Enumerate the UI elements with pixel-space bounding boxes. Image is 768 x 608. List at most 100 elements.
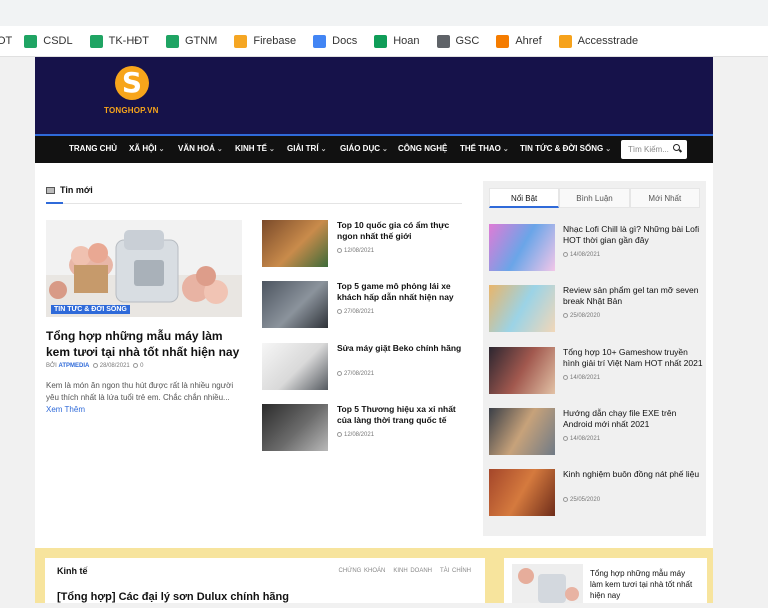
bookmark-item[interactable]: OT (0, 35, 12, 47)
sidebar-item-date: 25/05/2020 (570, 497, 601, 504)
comment-count[interactable]: 0 (140, 363, 143, 369)
nav-item-label: THỂ THAO (460, 144, 501, 153)
envelope-icon (46, 186, 55, 194)
search-icon[interactable] (673, 144, 680, 151)
promo-title[interactable]: Tổng hợp những mẫu máy làm kem tươi tại … (590, 568, 700, 601)
search-input[interactable]: Tìm Kiếm... (621, 140, 687, 159)
bookmark-label: OT (0, 35, 13, 47)
sidebar-thumbnail[interactable] (489, 408, 555, 455)
sidebar-tab[interactable]: Nổi Bật (489, 188, 560, 208)
logo-text[interactable]: TONGHOP.VN (104, 106, 159, 115)
economy-title[interactable]: Kinh tế (57, 566, 88, 576)
bookmark-item[interactable]: Hoan (374, 34, 420, 48)
list-item-title[interactable]: Top 5 Thương hiệu xa xỉ nhất của làng th… (337, 404, 467, 426)
nav-item[interactable]: GIẢI TRÍ ⌄ (287, 144, 326, 153)
bookmark-item[interactable]: Docs (313, 34, 357, 48)
list-item-title[interactable]: Top 10 quốc gia có ẩm thực ngon nhất thế… (337, 220, 467, 242)
site-header: S TONGHOP.VN (35, 57, 713, 134)
sidebar-item[interactable]: Hướng dẫn chạy file EXE trên Android mới… (489, 408, 704, 456)
economy-tab[interactable]: KINH DOANH (393, 568, 432, 574)
bookmark-item[interactable]: Ahref (496, 34, 542, 48)
featured-image[interactable] (46, 220, 242, 317)
list-thumbnail[interactable] (262, 343, 328, 390)
list-item[interactable]: Top 5 game mô phỏng lái xe khách hấp dẫn… (262, 281, 462, 329)
author-link[interactable]: ATPMEDIA (59, 363, 90, 369)
category-tag[interactable]: TIN TỨC & ĐỜI SỐNG (51, 305, 130, 314)
nav-item-label: GIÁO DỤC (340, 144, 380, 153)
list-item-title[interactable]: Top 5 game mô phỏng lái xe khách hấp dẫn… (337, 281, 467, 303)
nav-item[interactable]: GIÁO DỤC ⌄ (340, 144, 388, 153)
bookmark-item[interactable]: Accesstrade (558, 34, 639, 48)
sidebar-item[interactable]: Review sản phẩm gel tan mỡ seven break N… (489, 285, 704, 333)
sidebar-item-meta: 14/08/2021 (563, 436, 600, 442)
sidebar-thumbnail[interactable] (489, 224, 555, 271)
read-more-link[interactable]: Xem Thêm (46, 405, 85, 414)
promo-thumbnail[interactable] (512, 564, 583, 603)
featured-title[interactable]: Tổng hợp những mẫu máy làm kem tươi tại … (46, 328, 246, 360)
sidebar-item-title[interactable]: Tổng hợp 10+ Gameshow truyền hình giải t… (563, 347, 703, 369)
bookmark-item[interactable]: CSDL (24, 34, 73, 48)
economy-block: Kinh tế CHỨNG KHOÁN KINH DOANH TÀI CHÍNH [… (45, 558, 485, 603)
list-thumbnail[interactable] (262, 281, 328, 328)
list-item[interactable]: Sửa máy giặt Beko chính hãng 27/08/2021 (262, 343, 462, 391)
chevron-down-icon: ⌄ (502, 146, 509, 153)
clock-icon (337, 309, 342, 314)
bookmark-item[interactable]: Firebase (234, 34, 296, 48)
sidebar-item-title[interactable]: Review sản phẩm gel tan mỡ seven break N… (563, 285, 703, 307)
nav-item[interactable]: CÔNG NGHỆ (398, 144, 447, 153)
promo-block: Tổng hợp những mẫu máy làm kem tươi tại … (504, 558, 707, 603)
search-placeholder: Tìm Kiếm... (628, 145, 669, 154)
list-thumbnail[interactable] (262, 220, 328, 267)
list-item-date: 12/08/2021 (344, 248, 375, 255)
nav-item[interactable]: VĂN HOÁ ⌄ (178, 144, 223, 153)
firebase-icon (234, 34, 248, 48)
economy-tab[interactable]: TÀI CHÍNH (440, 568, 471, 574)
list-item-meta: 27/08/2021 (337, 371, 374, 377)
sidebar-tabs: Nổi Bật Bình Luận Mới Nhất (489, 188, 700, 208)
section-divider-accent (46, 202, 63, 204)
google-sheets-icon (374, 34, 388, 48)
sidebar-item-title[interactable]: Nhạc Lofi Chill là gì? Những bài Lofi HO… (563, 224, 703, 246)
nav-item[interactable]: THỂ THAO ⌄ (460, 144, 509, 153)
site-logo[interactable]: S (115, 66, 149, 100)
google-drive-icon (24, 34, 38, 48)
comment-icon (133, 363, 139, 368)
nav-item[interactable]: TIN TỨC & ĐỜI SỐNG ⌄ (520, 144, 611, 153)
list-item[interactable]: Top 10 quốc gia có ẩm thực ngon nhất thế… (262, 220, 462, 268)
list-item-meta: 12/08/2021 (337, 432, 374, 438)
bookmark-item[interactable]: GTNM (165, 34, 217, 48)
clock-icon (92, 363, 98, 368)
featured-excerpt: Kem là món ăn ngon thu hút được rất là n… (46, 381, 234, 402)
sidebar-item[interactable]: Tổng hợp 10+ Gameshow truyền hình giải t… (489, 347, 704, 395)
bookmark-label: Ahref (515, 35, 542, 47)
sidebar-item[interactable]: Kinh nghiệm buôn đồng nát phế liệu 25/05/… (489, 469, 704, 517)
clock-icon (563, 497, 568, 502)
bookmark-item[interactable]: TK-HĐT (89, 34, 149, 48)
main-nav: TIN TỨC & ĐỜI SỐNG ⌄ THỂ THAO ⌄ CÔNG NGHỆ GIÁ… (35, 134, 713, 163)
sidebar-item[interactable]: Nhạc Lofi Chill là gì? Những bài Lofi HO… (489, 224, 704, 272)
sidebar-item-title[interactable]: Kinh nghiệm buôn đồng nát phế liệu (563, 469, 703, 480)
sidebar-tab[interactable]: Bình Luận (559, 188, 630, 208)
chevron-down-icon: ⌄ (216, 146, 223, 153)
economy-tab[interactable]: CHỨNG KHOÁN (339, 568, 386, 574)
sidebar-thumbnail[interactable] (489, 347, 555, 394)
nav-item[interactable]: XÃ HỘI ⌄ (129, 144, 164, 153)
nav-item[interactable]: KINH TẾ ⌄ (235, 144, 275, 153)
sidebar-item-meta: 25/05/2020 (563, 497, 600, 503)
list-thumbnail[interactable] (262, 404, 328, 451)
list-item-title[interactable]: Sửa máy giặt Beko chính hãng (337, 343, 467, 354)
sidebar-item-date: 14/08/2021 (570, 436, 601, 443)
section-title-text: Tin mới (60, 185, 93, 195)
bookmark-label: Accesstrade (577, 35, 639, 47)
sidebar-tab[interactable]: Mới Nhất (629, 188, 700, 208)
google-docs-icon (313, 34, 327, 48)
sidebar-item-date: 25/08/2020 (570, 313, 601, 320)
nav-item[interactable]: TRANG CHỦ (69, 144, 117, 153)
nav-item-label: CÔNG NGHỆ (398, 144, 448, 153)
bookmark-item[interactable]: GSC (436, 34, 479, 48)
sidebar-thumbnail[interactable] (489, 285, 555, 332)
list-item[interactable]: Top 5 Thương hiệu xa xỉ nhất của làng th… (262, 404, 462, 452)
sidebar-thumbnail[interactable] (489, 469, 555, 516)
sidebar-item-title[interactable]: Hướng dẫn chạy file EXE trên Android mới… (563, 408, 703, 430)
economy-headline[interactable]: [Tổng hợp] Các đại lý sơn Dulux chính hã… (57, 591, 289, 603)
